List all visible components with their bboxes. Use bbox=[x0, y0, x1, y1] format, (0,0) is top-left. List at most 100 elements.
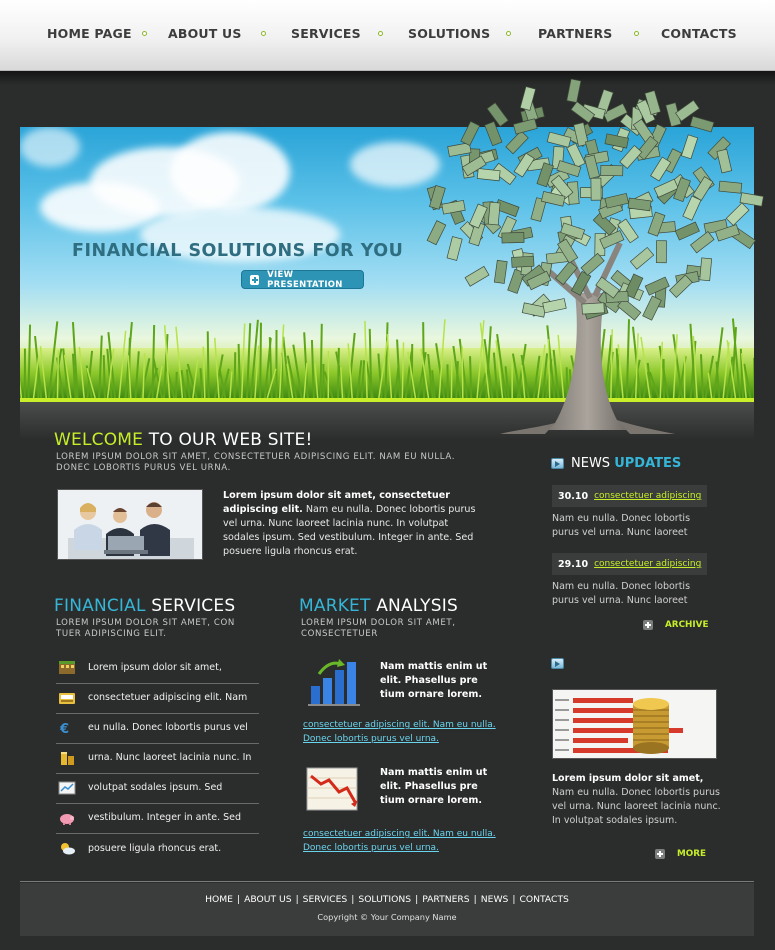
footer-link-news[interactable]: NEWS bbox=[481, 894, 509, 905]
nav-separator-dot bbox=[142, 31, 147, 36]
weather-icon bbox=[61, 843, 75, 855]
nav-home-page[interactable]: HOME PAGE bbox=[47, 26, 132, 41]
list-item[interactable]: vestibulum. Integer in ante. Sed bbox=[56, 804, 259, 834]
footer-navigation: HOME | ABOUT US | SERVICES | SOLUTIONS | PARTNER… bbox=[20, 894, 754, 905]
list-item-label: vestibulum. Integer in ante. Sed bbox=[88, 812, 242, 823]
bar-chart-up-icon bbox=[308, 659, 360, 706]
market-block-link[interactable]: consectetuer adipiscing elit. Nam eu nul… bbox=[303, 827, 503, 855]
market-analysis-subtitle: LOREM IPSUM DOLOR SIT AMET, CONSECTETUER bbox=[301, 618, 456, 639]
cloud bbox=[170, 132, 290, 212]
chart-down-icon bbox=[306, 767, 358, 811]
coins-chart-photo bbox=[552, 689, 717, 759]
list-item-label: volutpat sodales ipsum. Sed bbox=[88, 782, 223, 793]
news-text: Nam eu nulla. Donec lobortis purus vel u… bbox=[552, 513, 691, 538]
welcome-subtitle: LOREM IPSUM DOLOR SIT AMET, CONSECTETUER… bbox=[56, 452, 456, 473]
market-block-bold-text: Nam mattis enim ut elit. Phasellus pre t… bbox=[380, 661, 488, 700]
news-heading-plain: NEWS bbox=[571, 456, 615, 471]
market-analysis-heading: MARKET ANALYSIS bbox=[299, 596, 458, 616]
footer-divider bbox=[20, 881, 754, 882]
nav-separator-dot bbox=[634, 31, 639, 36]
footer: HOME | ABOUT US | SERVICES | SOLUTIONS | PARTNER… bbox=[20, 883, 754, 936]
nav-solutions[interactable]: SOLUTIONS bbox=[408, 26, 490, 41]
news-date-row: 29.10 consectetuer adipiscing bbox=[552, 553, 707, 575]
nav-about-us[interactable]: ABOUT US bbox=[168, 26, 242, 41]
copyright: Copyright © Your Company Name bbox=[317, 912, 457, 922]
financial-services-subtitle: LOREM IPSUM DOLOR SIT AMET, CON TUER ADI… bbox=[56, 618, 235, 639]
arrow-box-icon bbox=[551, 658, 564, 669]
piggy-bank-icon bbox=[60, 813, 74, 825]
view-presentation-button[interactable]: VIEW PRESENTATION bbox=[241, 270, 364, 290]
news-date: 30.10 bbox=[558, 490, 589, 502]
cloud bbox=[40, 182, 160, 232]
nav-separator-dot bbox=[261, 31, 266, 36]
list-item[interactable]: Lorem ipsum dolor sit amet, bbox=[56, 654, 259, 684]
welcome-text: Lorem ipsum dolor sit amet, consectetuer… bbox=[223, 489, 485, 559]
footer-link-contacts[interactable]: CONTACTS bbox=[519, 894, 568, 905]
list-item[interactable]: urna. Nunc laoreet lacinia nunc. In bbox=[56, 744, 259, 774]
market-block-link[interactable]: consectetuer adipiscing elit. Nam eu nul… bbox=[303, 718, 503, 746]
svg-text:€: € bbox=[59, 722, 69, 735]
archive-button[interactable]: ARCHIVE bbox=[643, 620, 709, 630]
list-item[interactable]: consectetuer adipiscing elit. Nam bbox=[56, 684, 259, 714]
coins-icon bbox=[61, 751, 74, 765]
arrow-box-icon bbox=[551, 458, 564, 469]
cash-register-icon bbox=[59, 692, 75, 704]
list-item-label: posuere ligula rhoncus erat. bbox=[88, 842, 222, 854]
more-button[interactable]: MORE bbox=[655, 849, 706, 859]
money-tree-image bbox=[426, 78, 764, 434]
news-date-row: 30.10 consectetuer adipiscing bbox=[552, 485, 707, 507]
list-item[interactable]: volutpat sodales ipsum. Sed bbox=[56, 774, 259, 804]
footer-separator: | bbox=[512, 894, 516, 905]
nav-partners[interactable]: PARTNERS bbox=[538, 26, 613, 41]
list-item[interactable]: posuere ligula rhoncus erat. bbox=[56, 834, 259, 864]
side-text: Lorem ipsum dolor sit amet, Nam eu nulla.… bbox=[552, 772, 722, 828]
list-item-label: consectetuer adipiscing elit. Nam bbox=[88, 692, 248, 703]
side-body-text: Nam eu nulla. Donec lobortis purus vel u… bbox=[552, 787, 721, 826]
chart-card-icon bbox=[58, 781, 76, 794]
list-item[interactable]: € eu nulla. Donec lobortis purus vel bbox=[56, 714, 259, 744]
footer-separator: | bbox=[295, 894, 299, 905]
hero-title: FINANCIAL SOLUTIONS FOR YOU bbox=[72, 241, 404, 261]
footer-separator: | bbox=[351, 894, 355, 905]
side-bold-text: Lorem ipsum dolor sit amet, bbox=[552, 773, 704, 784]
footer-link-solutions[interactable]: SOLUTIONS bbox=[358, 894, 411, 905]
more-label: MORE bbox=[677, 849, 707, 859]
footer-link-partners[interactable]: PARTNERS bbox=[422, 894, 469, 905]
financial-services-rest: SERVICES bbox=[145, 596, 236, 616]
plus-icon bbox=[643, 620, 653, 630]
footer-link-home[interactable]: HOME bbox=[205, 894, 233, 905]
news-link[interactable]: consectetuer adipiscing bbox=[594, 559, 701, 569]
footer-separator: | bbox=[415, 894, 419, 905]
list-item-label: Lorem ipsum dolor sit amet, bbox=[88, 662, 222, 673]
business-team-photo bbox=[57, 489, 203, 560]
financial-services-highlight: FINANCIAL bbox=[54, 596, 146, 616]
cloud bbox=[20, 127, 80, 167]
footer-separator: | bbox=[473, 894, 477, 905]
plus-icon bbox=[655, 849, 665, 859]
news-heading-highlight: UPDATES bbox=[614, 456, 682, 471]
euro-icon: € bbox=[59, 722, 69, 735]
nav-contacts[interactable]: CONTACTS bbox=[661, 26, 737, 41]
list-item-label: urna. Nunc laoreet lacinia nunc. In bbox=[88, 752, 252, 763]
list-item-label: eu nulla. Donec lobortis purus vel bbox=[88, 722, 248, 733]
market-block-bold-text: Nam mattis enim ut elit. Phasellus pre t… bbox=[380, 767, 488, 806]
welcome-heading-rest: TO OUR WEB SITE! bbox=[143, 430, 313, 450]
market-analysis-rest: ANALYSIS bbox=[370, 596, 458, 616]
nav-separator-dot bbox=[506, 31, 511, 36]
news-text: Nam eu nulla. Donec lobortis purus vel u… bbox=[552, 581, 691, 606]
top-navigation: HOME PAGE ABOUT US SERVICES SOLUTIONS PA… bbox=[0, 0, 775, 71]
welcome-heading: WELCOME TO OUR WEB SITE! bbox=[54, 430, 312, 450]
footer-separator: | bbox=[236, 894, 241, 905]
archive-label: ARCHIVE bbox=[665, 620, 709, 630]
news-updates-heading: NEWS UPDATES bbox=[571, 456, 681, 471]
nav-separator-dot bbox=[378, 31, 383, 36]
nav-services[interactable]: SERVICES bbox=[291, 26, 361, 41]
news-link[interactable]: consectetuer adipiscing bbox=[594, 491, 701, 501]
financial-services-list: Lorem ipsum dolor sit amet, consectetuer… bbox=[56, 654, 259, 864]
building-icon bbox=[59, 660, 75, 674]
news-date: 29.10 bbox=[558, 558, 589, 570]
market-analysis-highlight: MARKET bbox=[299, 596, 371, 616]
plus-icon bbox=[250, 274, 260, 285]
footer-link-about-us[interactable]: ABOUT US bbox=[244, 894, 291, 905]
footer-link-services[interactable]: SERVICES bbox=[303, 894, 348, 905]
